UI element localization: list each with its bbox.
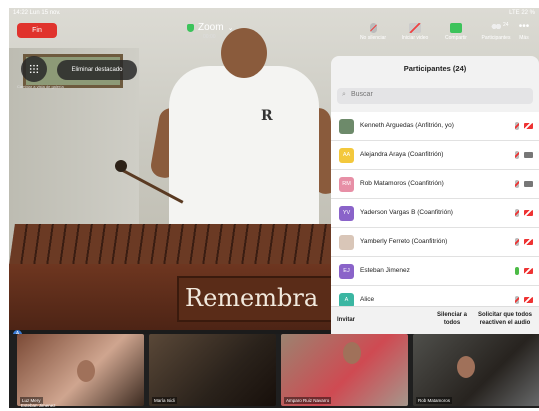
chevron-down-icon: ⌄ xyxy=(227,24,234,32)
avatar: RM xyxy=(339,177,354,192)
ask-unmute-all-button[interactable]: Solicitar que todos reactiven el audio xyxy=(472,311,538,327)
start-video-button[interactable]: Iniciar video xyxy=(393,20,437,48)
status-battery: LTE 22 % xyxy=(509,10,535,16)
video-thumbnail[interactable]: Luz Mery xyxy=(17,334,144,406)
meeting-timer: 00:00 xyxy=(203,34,216,40)
mic-status-icon xyxy=(515,238,519,246)
camera-status-icon xyxy=(524,210,533,216)
status-bar: 14:22 Lun 15 nov. LTE 22 % xyxy=(9,8,539,20)
thumbnail-name: Rob Matamoros xyxy=(416,397,453,404)
unmute-label: No silenciar xyxy=(359,35,387,41)
mic-off-icon xyxy=(369,23,377,33)
bottom-participant-name: Esteban Jimenez xyxy=(21,403,56,408)
panel-footer: Invitar Silenciar a todos Solicitar que … xyxy=(331,306,539,334)
unpin-button[interactable]: Eliminar destacado xyxy=(57,60,137,80)
video-thumbnail[interactable]: Amparo Ruiz Navarro xyxy=(281,334,408,406)
participant-name: Kenneth Arguedas (Anfitrión, yo) xyxy=(360,122,454,129)
camera-status-icon xyxy=(524,152,533,158)
participant-list: Kenneth Arguedas (Anfitrión, yo) AA Alejan… xyxy=(331,112,539,315)
participant-name: Esteban Jimenez xyxy=(360,267,410,274)
participant-face xyxy=(77,360,95,382)
mic-status-icon xyxy=(515,122,519,130)
participant-face xyxy=(343,342,361,364)
camera-status-icon xyxy=(524,123,533,129)
camera-status-icon xyxy=(524,181,533,187)
unmute-button[interactable]: No silenciar xyxy=(351,20,395,48)
gallery-view-label: Cambiar a vista de galería xyxy=(17,84,64,89)
mute-all-button[interactable]: Silenciar a todos xyxy=(435,311,469,327)
person-head xyxy=(221,28,267,78)
status-time: 14:22 Lun 15 nov. xyxy=(13,10,61,16)
share-icon xyxy=(450,23,462,33)
participant-row[interactable]: RM Rob Matamoros (Coanfitrión) xyxy=(331,170,539,199)
mic-status-icon xyxy=(515,296,519,304)
mic-status-icon xyxy=(515,209,519,217)
video-thumbnail[interactable]: Rob Matamoros xyxy=(413,334,539,406)
camera-status-icon xyxy=(524,239,533,245)
banner-text: Remembra xyxy=(185,284,319,312)
participant-name: Rob Matamoros (Coanfitrión) xyxy=(360,180,444,187)
start-video-label: Iniciar video xyxy=(401,35,429,41)
person-shirt xyxy=(169,66,319,236)
mic-status-icon xyxy=(515,180,519,188)
invite-button[interactable]: Invitar xyxy=(337,317,355,323)
zoom-screen: R Remembra 14:22 Lun 15 nov. LTE 22 % Fi… xyxy=(9,8,539,408)
avatar: EJ xyxy=(339,264,354,279)
camera-status-icon xyxy=(524,268,533,274)
mic-status-icon xyxy=(515,151,519,159)
thumbnail-name: María Isidi xyxy=(152,397,177,404)
more-label: Más xyxy=(519,35,529,41)
participant-name: Alejandra Araya (Coanfitrión) xyxy=(360,151,444,158)
participant-name: Yaderson Vargas B (Coanfitrión) xyxy=(360,209,453,216)
marimba-keys xyxy=(9,224,345,266)
thumbnail-strip: Luz Mery María Isidi Amparo Ruiz Navarro… xyxy=(9,334,539,408)
participant-row[interactable]: AA Alejandra Araya (Coanfitrión) xyxy=(331,141,539,170)
video-off-icon xyxy=(409,23,421,33)
search-icon: ⌕ xyxy=(342,91,346,98)
avatar xyxy=(339,119,354,134)
participant-name: Yamberly Ferreto (Coanfitrión) xyxy=(360,238,448,245)
avatar: YV xyxy=(339,206,354,221)
grid-icon xyxy=(29,64,39,74)
avatar: AA xyxy=(339,148,354,163)
mallet-head xyxy=(115,160,127,172)
participant-row[interactable]: Yamberly Ferreto (Coanfitrión) xyxy=(331,228,539,257)
gallery-view-button[interactable] xyxy=(21,56,47,82)
more-icon: ••• xyxy=(518,21,530,32)
more-button[interactable]: ••• Más xyxy=(509,20,539,48)
avatar xyxy=(339,235,354,250)
participants-count-badge: 24 xyxy=(503,22,509,28)
search-box[interactable]: ⌕ xyxy=(337,88,533,104)
shirt-logo: R xyxy=(261,108,273,124)
participant-row[interactable]: YV Yaderson Vargas B (Coanfitrión) xyxy=(331,199,539,228)
shield-icon xyxy=(187,23,194,32)
participant-row[interactable]: EJ Esteban Jimenez xyxy=(331,257,539,286)
app-title: Zoom xyxy=(198,22,224,33)
participant-name: Alice xyxy=(360,296,375,303)
share-label: Compartir xyxy=(445,35,467,41)
share-button[interactable]: Compartir xyxy=(434,20,478,48)
thumbnail-name: Amparo Ruiz Navarro xyxy=(284,397,332,404)
panel-title: Participantes (24) xyxy=(403,64,467,73)
mic-status-icon xyxy=(515,267,519,275)
end-meeting-button[interactable]: Fin xyxy=(17,23,57,38)
search-input[interactable] xyxy=(351,91,521,98)
camera-status-icon xyxy=(524,297,533,303)
participant-face xyxy=(457,356,475,378)
people-icon xyxy=(490,23,502,33)
meeting-title[interactable]: Zoom ⌄ xyxy=(187,22,233,33)
video-thumbnail[interactable]: María Isidi xyxy=(149,334,276,406)
participants-panel: Participantes (24) ⌕ Kenneth Arguedas (A… xyxy=(331,56,539,334)
participant-row[interactable]: Kenneth Arguedas (Anfitrión, yo) xyxy=(331,112,539,141)
